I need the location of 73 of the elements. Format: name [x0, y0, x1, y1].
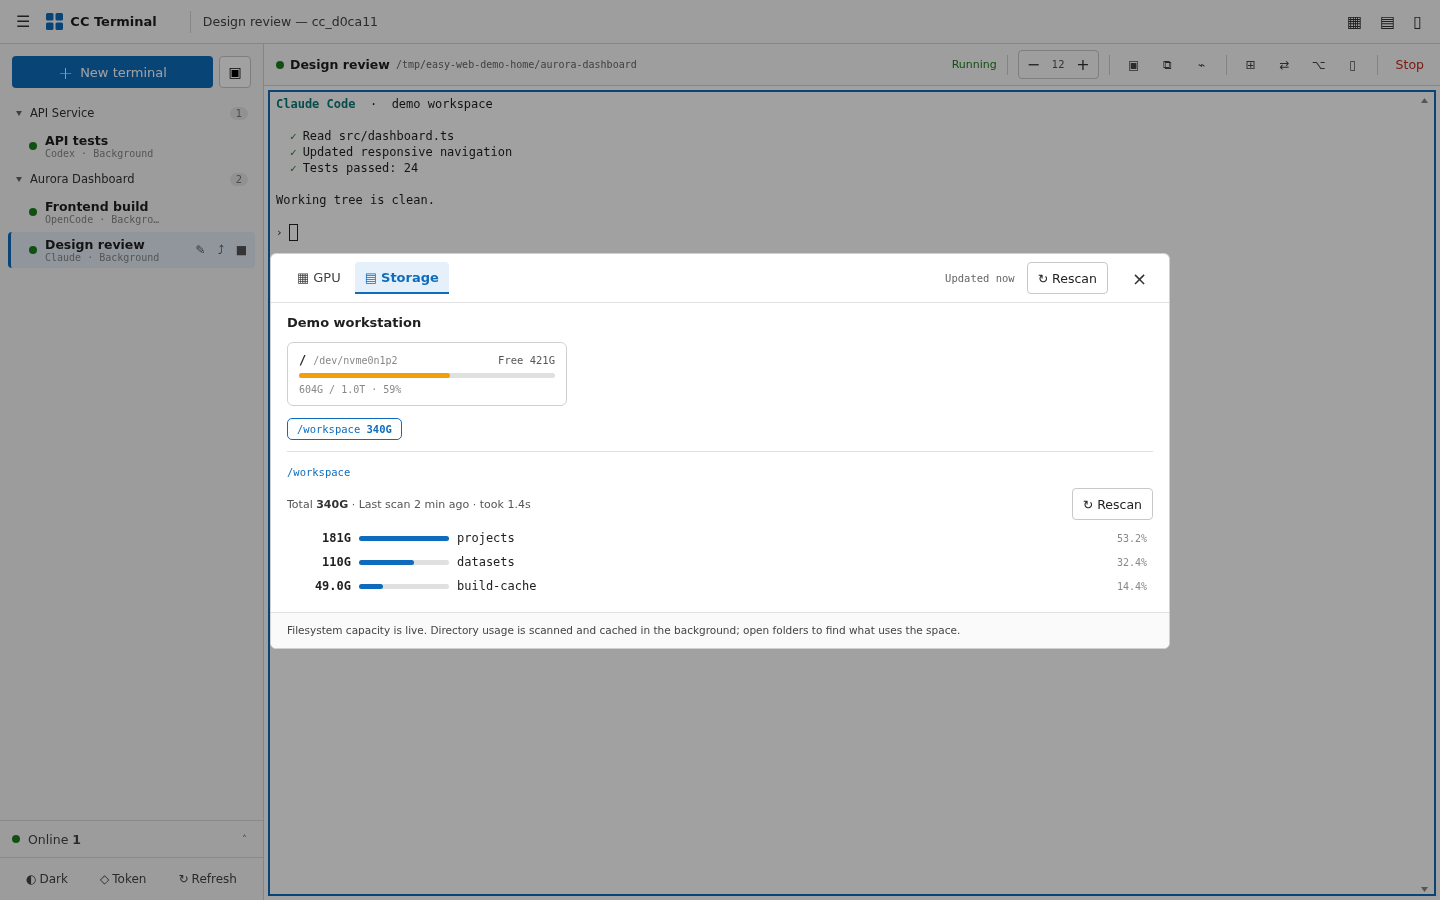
font-size-value: 12: [1050, 59, 1066, 70]
scan-summary: Total 340G · Last scan 2 min ago · took 1.4s: [287, 497, 531, 511]
footer-button[interactable]: ↻ Refresh: [172, 871, 243, 887]
rescan-button[interactable]: ↻ Rescan: [1026, 262, 1108, 294]
folder-percent: 32.4%: [1116, 556, 1147, 568]
scroll-up-icon[interactable]: [1421, 98, 1428, 103]
terminal-separator: ·: [369, 97, 378, 111]
status-dot: [29, 142, 37, 150]
dialog-tab[interactable]: ▦ GPU: [287, 262, 351, 294]
folder-size: 181G: [321, 531, 351, 545]
check-icon: ✓: [290, 162, 297, 175]
terminal-brand: Claude Code: [276, 97, 356, 111]
device-path: /dev/nvme0n1p2: [313, 355, 399, 366]
group-name[interactable]: API Service: [30, 106, 230, 120]
run-status: Running: [951, 58, 997, 71]
app-title: CC Terminal: [70, 14, 157, 29]
folder-name[interactable]: projects: [457, 531, 1109, 545]
terminal-text: Updated responsive navigation: [302, 145, 513, 159]
minus-button[interactable]: −: [1024, 55, 1043, 74]
terminal-title: Design review: [290, 57, 390, 72]
terminal-cursor: [288, 224, 298, 241]
terminal-text: Working tree is clean.: [276, 193, 435, 207]
terminal-item[interactable]: Frontend build OpenCode · Backgro…: [8, 194, 255, 230]
caret-icon[interactable]: [16, 110, 22, 116]
status-dot: [29, 246, 37, 254]
item-meta: OpenCode · Backgro…: [45, 214, 161, 225]
folder-percent: 53.2%: [1116, 532, 1147, 544]
status-dot: [12, 835, 20, 843]
scan-path-link[interactable]: /workspace: [287, 466, 351, 478]
session-title: Design review — cc_d0ca11: [202, 14, 380, 29]
mount-point: /: [299, 353, 307, 367]
new-terminal-button[interactable]: + New terminal: [12, 56, 213, 88]
dialog-tab[interactable]: ▤ Storage: [354, 262, 449, 294]
usage-text: 604G / 1.0T · 59%: [299, 384, 403, 395]
host-name: Demo workstation: [287, 315, 423, 330]
online-label: Online 1: [28, 831, 81, 847]
group-count: 1: [229, 106, 248, 120]
plus-button[interactable]: +: [1074, 55, 1092, 74]
status-dot: [29, 208, 37, 216]
prompt-icon: ›: [276, 226, 283, 239]
panel-toggle-button[interactable]: ▣: [219, 56, 251, 88]
item-title: Frontend build: [45, 199, 150, 214]
dialog-note: Filesystem capacity is live. Directory usage is scanned and cached in the background; open folders to find what uses the space.: [271, 612, 1169, 648]
item-meta: Claude · Background: [45, 252, 161, 263]
folder-chip[interactable]: /workspace 340G: [287, 418, 402, 440]
terminal-text: Tests passed: 24: [302, 161, 419, 175]
caret-icon[interactable]: [16, 176, 22, 182]
item-title: Design review: [45, 237, 146, 252]
folder-name[interactable]: datasets: [457, 555, 1109, 569]
terminal-path: /tmp/easy-web-demo-home/aurora-dashboard: [395, 59, 638, 70]
group-name[interactable]: Aurora Dashboard: [30, 172, 230, 186]
footer-button[interactable]: ◇ Token: [94, 871, 153, 887]
grid-logo-icon: [46, 13, 64, 30]
free-space: Free 421G: [498, 354, 555, 366]
folder-size: 49.0G: [313, 579, 351, 593]
item-meta: Codex · Background: [45, 148, 155, 159]
item-title: API tests: [45, 133, 110, 148]
group-count: 2: [229, 172, 248, 186]
terminal-item[interactable]: Design review Claude · Background ✎ ⤴ ■: [8, 232, 255, 268]
terminal-item[interactable]: API tests Codex · Background: [8, 128, 255, 164]
folder-size: 110G: [321, 555, 351, 569]
check-icon: ✓: [290, 130, 297, 143]
terminal-text: demo workspace: [391, 97, 493, 111]
stop-button[interactable]: Stop: [1387, 57, 1432, 72]
folder-name[interactable]: build-cache: [457, 579, 1109, 593]
updated-label: Updated now: [945, 272, 1015, 284]
footer-button[interactable]: ◐ Dark: [20, 871, 74, 887]
rescan-button[interactable]: ↻ Rescan: [1071, 488, 1153, 520]
scroll-down-icon[interactable]: [1421, 887, 1428, 892]
status-dot: [276, 60, 284, 69]
check-icon: ✓: [290, 146, 297, 159]
terminal-text: Read src/dashboard.ts: [302, 129, 455, 143]
folder-percent: 14.4%: [1116, 580, 1147, 592]
